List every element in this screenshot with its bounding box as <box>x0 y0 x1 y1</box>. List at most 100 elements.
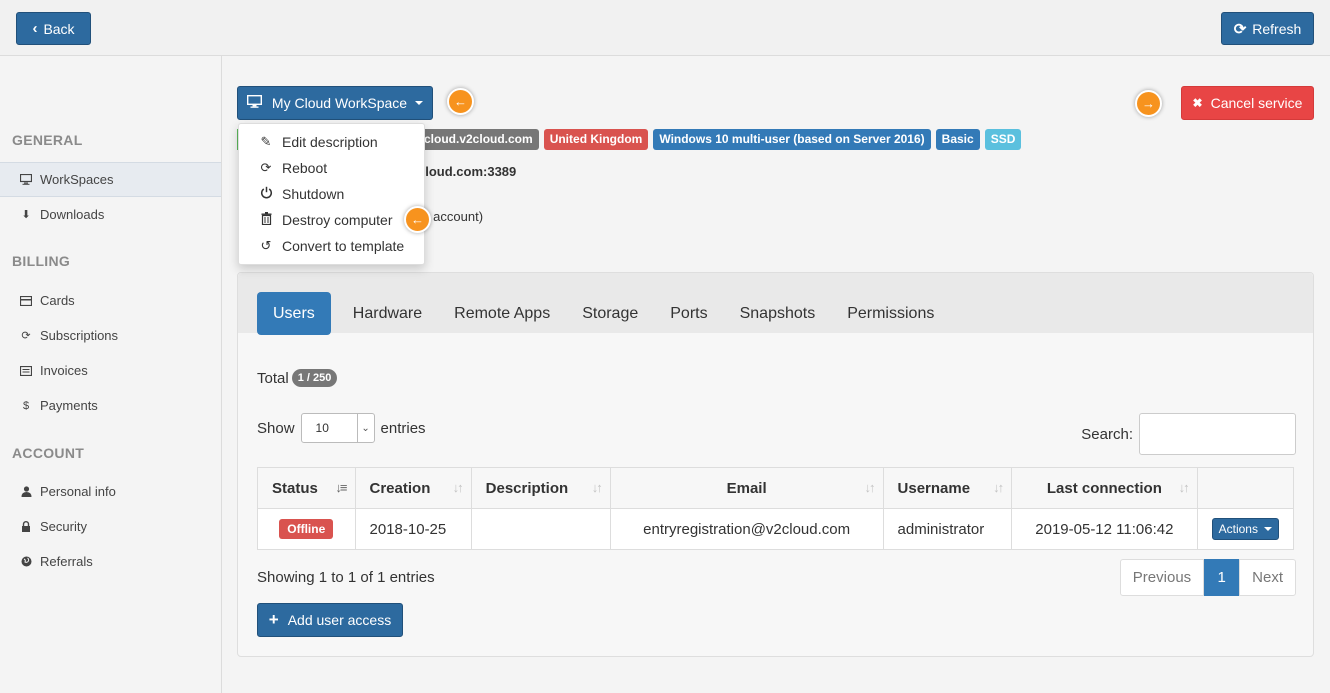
add-user-access-button[interactable]: + Add user access <box>257 603 403 637</box>
trash-icon <box>259 212 273 228</box>
sidebar-item-personal-info[interactable]: Personal info <box>0 474 221 509</box>
plus-icon: + <box>268 610 279 629</box>
arrow-left-pointer-icon: ← <box>447 88 474 115</box>
status-badge: Offline <box>279 519 334 539</box>
pencil-icon: ✎ <box>260 134 272 149</box>
column-creation[interactable]: Creation ↓↑ <box>354 467 472 509</box>
total-label: Total <box>257 369 289 387</box>
menu-item-label: Shutdown <box>282 186 345 202</box>
menu-item-convert-to-template[interactable]: ↺ Convert to template <box>239 233 424 259</box>
column-label: Description <box>485 479 569 497</box>
menu-item-edit-description[interactable]: ✎ Edit description <box>239 129 424 155</box>
sidebar-item-label: Downloads <box>40 207 105 222</box>
convert-icon: ↺ <box>260 238 272 253</box>
cell-last-connection: 2019-05-12 11:06:42 <box>1011 508 1198 550</box>
pagination-next[interactable]: Next <box>1239 559 1296 596</box>
workspace-dropdown-menu: ✎ Edit description ⟳ Reboot Shutdown Des… <box>238 123 425 265</box>
refresh-button[interactable]: ⟳ Refresh <box>1221 12 1314 45</box>
sidebar-item-label: Subscriptions <box>40 328 119 343</box>
column-label: Last connection <box>1046 479 1162 497</box>
lock-icon <box>20 521 32 533</box>
menu-item-label: Convert to template <box>282 238 405 254</box>
table-header-row: Status ↓≡ Creation ↓↑ Description ↓↑ Email ↓… <box>257 467 1295 509</box>
cell-status: Offline <box>257 508 356 550</box>
refresh-icon: ⟳ <box>21 330 31 342</box>
sort-desc-icon: ↓≡ <box>335 480 347 495</box>
cell-username: administrator <box>882 508 1013 550</box>
pagination: Previous 1 Next <box>1119 559 1296 596</box>
reboot-icon: ⟳ <box>260 160 272 175</box>
sort-icon: ↓↑ <box>1178 480 1190 495</box>
sidebar-item-workspaces[interactable]: WorkSpaces <box>0 162 221 197</box>
sidebar-item-referrals[interactable]: Referrals <box>0 544 221 579</box>
actions-label: Actions <box>1218 522 1258 536</box>
sort-icon: ↓↑ <box>591 480 603 495</box>
back-button[interactable]: ‹ Back <box>16 12 91 45</box>
menu-item-shutdown[interactable]: Shutdown <box>239 181 424 207</box>
column-actions <box>1196 467 1295 509</box>
sidebar-item-payments[interactable]: $ Payments <box>0 388 221 423</box>
tab-ports[interactable]: Ports <box>654 292 723 335</box>
cancel-service-button[interactable]: ✖ Cancel service <box>1181 86 1314 120</box>
list-icon <box>20 365 32 377</box>
download-icon: ⬇ <box>21 209 31 221</box>
sort-icon: ↓↑ <box>864 480 876 495</box>
entries-label: entries <box>380 419 426 437</box>
tab-remote-apps[interactable]: Remote Apps <box>438 292 566 335</box>
cancel-service-label: Cancel service <box>1210 95 1303 111</box>
pagination-page-1[interactable]: 1 <box>1204 559 1240 596</box>
plan-label: Basic <box>935 129 980 150</box>
tab-snapshots[interactable]: Snapshots <box>724 292 832 335</box>
table-row: Offline 2018-10-25 entryregistration@v2c… <box>257 508 1295 550</box>
column-status[interactable]: Status ↓≡ <box>257 467 356 509</box>
tab-hardware[interactable]: Hardware <box>337 292 438 335</box>
user-icon <box>20 486 32 498</box>
menu-item-label: Edit description <box>282 134 378 150</box>
actions-button[interactable]: Actions <box>1211 518 1279 540</box>
workspace-button-label: My Cloud WorkSpace <box>271 95 408 111</box>
tab-users[interactable]: Users <box>257 292 331 335</box>
search-input[interactable] <box>1139 413 1296 455</box>
sidebar-item-cards[interactable]: Cards <box>0 283 221 318</box>
menu-item-destroy-computer[interactable]: Destroy computer <box>239 207 424 233</box>
refresh-label: Refresh <box>1252 20 1302 37</box>
sidebar-item-label: Security <box>40 519 87 534</box>
caret-down-icon <box>415 101 424 105</box>
table-search: Search: <box>1081 413 1296 455</box>
sidebar-item-invoices[interactable]: Invoices <box>0 353 221 388</box>
main-content: My Cloud WorkSpace ← → ✖ Cancel service … <box>222 56 1330 693</box>
sidebar-item-subscriptions[interactable]: ⟳ Subscriptions <box>0 318 221 353</box>
column-email[interactable]: Email ↓↑ <box>609 467 884 509</box>
tab-storage[interactable]: Storage <box>566 292 654 335</box>
sidebar-item-security[interactable]: Security <box>0 509 221 544</box>
close-icon: ✖ <box>1192 96 1203 110</box>
workspace-labels: cloud.v2cloud.com United Kingdom Windows… <box>418 129 1022 150</box>
sidebar-item-label: WorkSpaces <box>40 172 114 187</box>
column-label: Email <box>726 479 767 497</box>
tab-bar: Users Hardware Remote Apps Storage Ports… <box>257 292 950 335</box>
total-users: Total 1 / 250 <box>257 369 338 387</box>
cell-description <box>470 508 611 550</box>
monitor-icon <box>246 94 262 111</box>
sort-icon: ↓↑ <box>993 480 1004 495</box>
cell-email: entryregistration@v2cloud.com <box>609 508 884 550</box>
region-label: United Kingdom <box>543 129 649 150</box>
workspace-dropdown-button[interactable]: My Cloud WorkSpace <box>237 86 433 120</box>
rdp-address: cloud.com:3389 <box>418 164 517 179</box>
sidebar-item-downloads[interactable]: ⬇ Downloads <box>0 197 221 232</box>
monitor-icon <box>20 174 32 186</box>
menu-item-reboot[interactable]: ⟳ Reboot <box>239 155 424 181</box>
tab-permissions[interactable]: Permissions <box>831 292 950 335</box>
show-label: Show <box>257 419 295 437</box>
search-label: Search: <box>1081 425 1133 443</box>
column-username[interactable]: Username ↓↑ <box>882 467 1013 509</box>
menu-item-label: Reboot <box>282 160 328 176</box>
column-last-connection[interactable]: Last connection ↓↑ <box>1011 467 1198 509</box>
pagination-previous[interactable]: Previous <box>1119 559 1205 596</box>
entries-select[interactable]: 10 ⌄ <box>300 413 375 443</box>
column-description[interactable]: Description ↓↑ <box>470 467 611 509</box>
dollar-icon: $ <box>22 399 30 412</box>
users-table: Status ↓≡ Creation ↓↑ Description ↓↑ Email ↓… <box>257 467 1295 550</box>
users-panel: Users Hardware Remote Apps Storage Ports… <box>237 272 1314 657</box>
total-badge: 1 / 250 <box>291 369 338 387</box>
